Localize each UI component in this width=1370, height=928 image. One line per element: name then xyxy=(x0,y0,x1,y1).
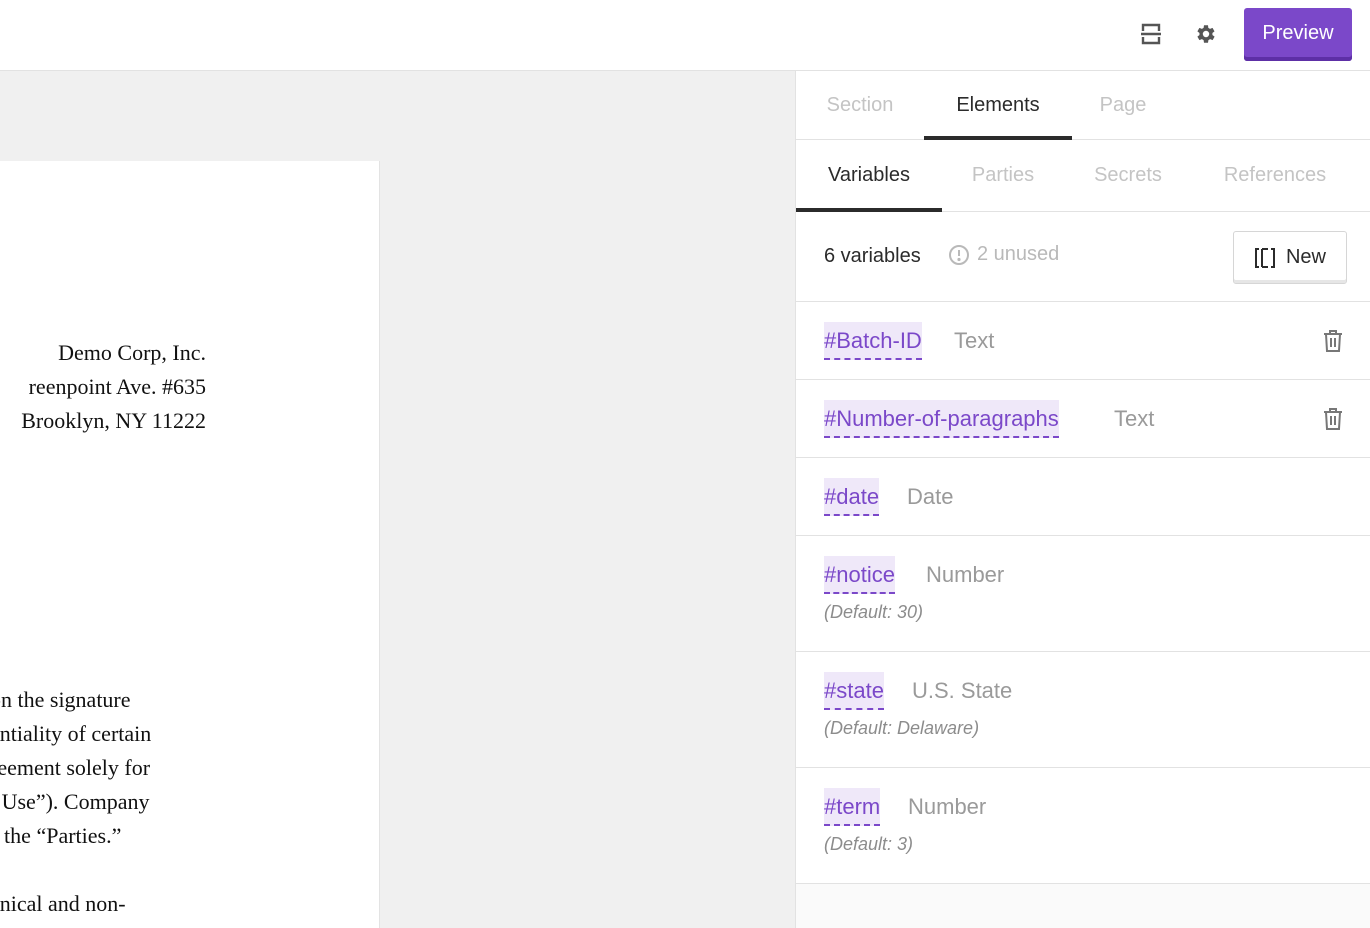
address-line: Demo Corp, Inc. xyxy=(58,340,206,365)
variable-type: Text xyxy=(954,328,995,353)
trash-icon[interactable] xyxy=(1322,407,1344,431)
company-address: Demo Corp, Inc. reenpoint Ave. #635 Broo… xyxy=(21,336,206,438)
unused-count: 2 unused xyxy=(977,243,1060,265)
document-page[interactable]: Demo Corp, Inc. reenpoint Ave. #635 Broo… xyxy=(0,161,380,928)
gear-icon[interactable] xyxy=(1192,20,1218,48)
paragraph-line: reement solely for xyxy=(0,755,151,780)
tab-page[interactable]: Page xyxy=(1072,71,1174,139)
main-tabs: Section Elements Page xyxy=(796,71,1370,140)
variable-row[interactable]: #notice Number (Default: 30) xyxy=(796,536,1370,652)
variables-summary: 6 variables 2 unused New xyxy=(796,212,1370,302)
tab-variables[interactable]: Variables xyxy=(796,140,942,212)
paragraph-line: s the “Parties.” xyxy=(0,823,122,848)
variable-name[interactable]: #Number-of-paragraphs xyxy=(824,400,1059,438)
trash-icon[interactable] xyxy=(1322,329,1344,353)
variable-default: (Default: Delaware) xyxy=(824,718,980,738)
tab-elements[interactable]: Elements xyxy=(924,71,1072,140)
tab-section[interactable]: Section xyxy=(796,71,924,139)
address-line: Brooklyn, NY 11222 xyxy=(21,408,206,433)
paragraph-line: entiality of certain xyxy=(0,721,152,746)
variable-name[interactable]: #state xyxy=(824,672,884,710)
variable-row[interactable]: #Number-of-paragraphs Text xyxy=(796,380,1370,458)
variable-type: U.S. State xyxy=(912,678,1013,703)
new-button-label: New xyxy=(1285,246,1326,268)
variable-name[interactable]: #Batch-ID xyxy=(824,322,922,360)
tab-references[interactable]: References xyxy=(1192,140,1358,211)
document-canvas: Demo Corp, Inc. reenpoint Ave. #635 Broo… xyxy=(0,71,795,928)
variable-default: (Default: 30) xyxy=(824,602,924,622)
tab-parties[interactable]: Parties xyxy=(942,140,1064,211)
variable-row[interactable]: #term Number (Default: 3) xyxy=(796,768,1370,884)
alert-circle-icon xyxy=(949,244,969,265)
variable-type: Number xyxy=(926,562,1005,587)
variable-row[interactable]: #Batch-ID Text xyxy=(796,302,1370,380)
variable-row[interactable]: #date Date xyxy=(796,458,1370,536)
sub-tabs: Variables Parties Secrets References xyxy=(796,140,1370,212)
variable-name[interactable]: #term xyxy=(824,788,881,826)
variable-default: (Default: 3) xyxy=(824,834,914,854)
unused-indicator: 2 unused xyxy=(948,243,1059,266)
page-break-icon[interactable] xyxy=(1138,20,1164,48)
new-variable-button[interactable]: New xyxy=(1233,231,1347,284)
variable-row[interactable]: #state U.S. State (Default: Delaware) xyxy=(796,652,1370,768)
variable-type: Number xyxy=(908,794,987,819)
paragraph-line: anical and non- xyxy=(0,891,126,916)
variable-type: Date xyxy=(907,484,954,509)
document-paragraph: on the signature entiality of certain re… xyxy=(0,683,151,853)
add-variable-icon xyxy=(1254,247,1275,268)
paragraph-line: l Use”). Company xyxy=(0,789,150,814)
variable-name[interactable]: #notice xyxy=(824,556,895,594)
preview-button[interactable]: Preview xyxy=(1244,8,1352,61)
variable-type: Text xyxy=(1114,406,1155,431)
top-toolbar: Preview xyxy=(0,0,1370,71)
document-paragraph: anical and non- xyxy=(0,887,126,921)
variable-name[interactable]: #date xyxy=(824,478,880,516)
paragraph-line: on the signature xyxy=(0,687,131,712)
address-line: reenpoint Ave. #635 xyxy=(28,374,206,399)
elements-panel: Section Elements Page Variables Parties … xyxy=(795,71,1370,928)
variable-count: 6 variables xyxy=(824,245,921,267)
tab-secrets[interactable]: Secrets xyxy=(1064,140,1192,211)
